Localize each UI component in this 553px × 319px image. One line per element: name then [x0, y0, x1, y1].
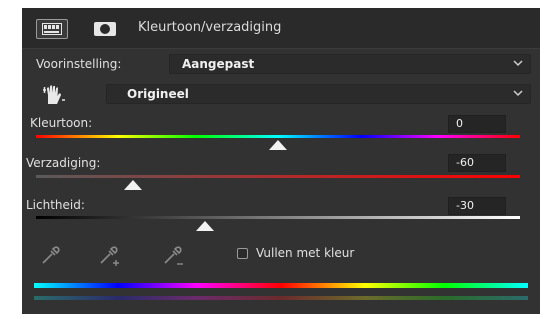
chevron-down-icon	[513, 60, 523, 67]
preset-label: Voorinstelling:	[36, 57, 122, 71]
hue-input[interactable]: 0	[448, 115, 506, 133]
saturation-slider-track[interactable]	[36, 175, 520, 178]
colorize-checkbox[interactable]	[237, 248, 248, 259]
preset-value: Aangepast	[182, 57, 255, 71]
eyedropper-icon[interactable]	[40, 244, 62, 266]
channel-dropdown[interactable]: Origineel	[106, 84, 531, 104]
lightness-slider-track[interactable]	[36, 216, 520, 219]
lightness-input[interactable]: -30	[448, 197, 506, 215]
saturation-input[interactable]: -60	[448, 154, 506, 172]
panel-header: Kleurtoon/verzadiging	[22, 8, 540, 49]
lightness-slider-thumb[interactable]	[195, 220, 215, 232]
layer-mask-icon[interactable]	[94, 22, 116, 36]
eyedropper-plus-icon[interactable]	[98, 244, 122, 268]
chevron-down-icon	[513, 90, 523, 97]
saturation-label: Verzadiging:	[26, 156, 101, 170]
eyedropper-minus-icon[interactable]	[162, 244, 186, 268]
channel-value: Origineel	[127, 87, 189, 101]
properties-panel: Kleurtoon/verzadiging Voorinstelling: Aa…	[22, 8, 540, 314]
hue-label: Kleurtoon:	[30, 116, 93, 130]
hue-saturation-adjustment-icon[interactable]	[36, 19, 68, 39]
colorize-label: Vullen met kleur	[256, 246, 355, 260]
preset-dropdown[interactable]: Aangepast	[169, 54, 531, 74]
targeted-adjustment-hand-icon[interactable]	[42, 84, 66, 106]
hue-slider-track[interactable]	[36, 135, 520, 138]
panel-title: Kleurtoon/verzadiging	[138, 20, 282, 35]
input-color-bar	[34, 283, 528, 288]
hue-slider-thumb[interactable]	[268, 139, 288, 151]
lightness-label: Lichtheid:	[26, 198, 85, 212]
saturation-slider-thumb[interactable]	[123, 179, 143, 191]
output-color-bar	[34, 296, 528, 300]
